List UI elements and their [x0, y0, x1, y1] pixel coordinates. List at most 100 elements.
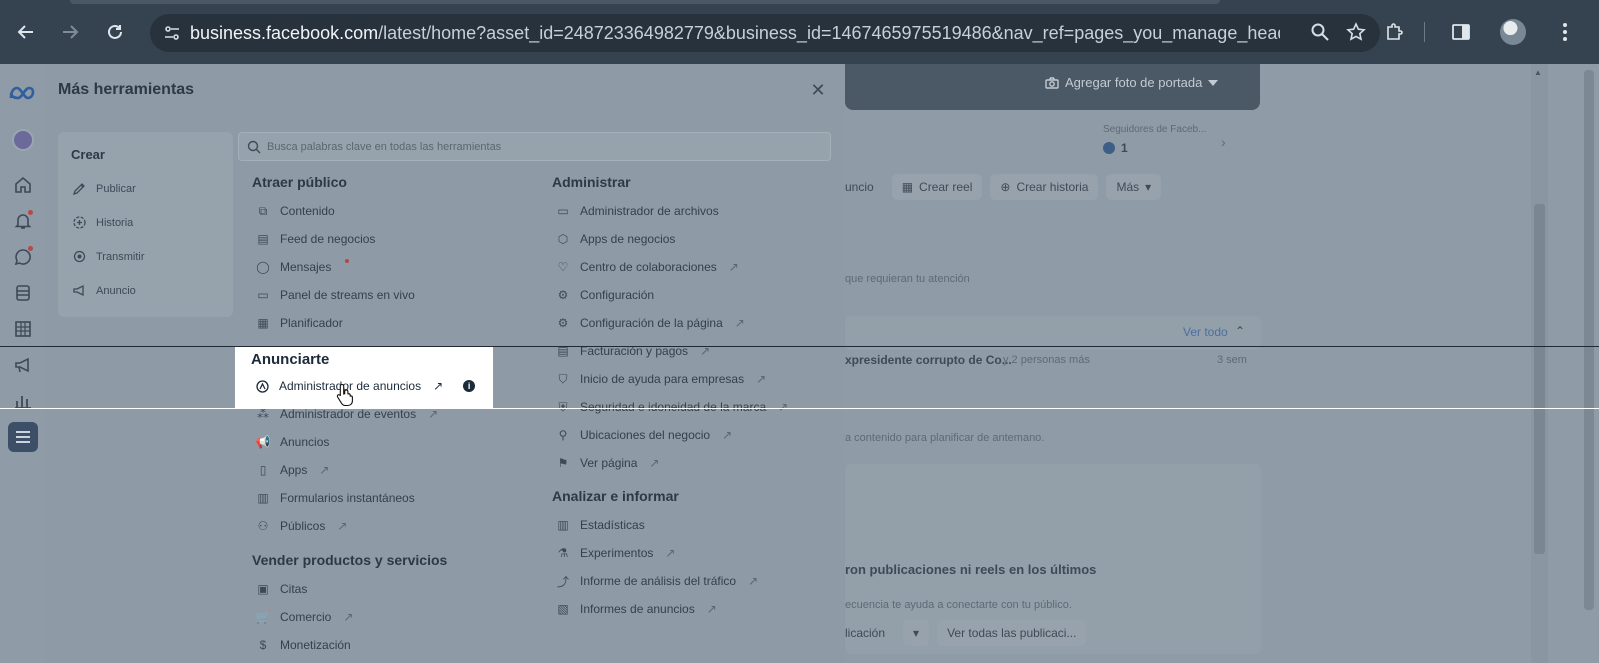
notifications-card-header: Ver todo ⌃	[845, 316, 1261, 350]
tool-instant-forms[interactable]: ▥ Formularios instantáneos	[256, 488, 414, 508]
home-icon[interactable]	[8, 170, 38, 200]
tool-page-settings[interactable]: ⚙ Configuración de la página ↗	[556, 313, 745, 333]
modal-title: Más herramientas	[58, 81, 195, 98]
create-story-button[interactable]: ⊕ Crear historia	[990, 174, 1099, 200]
publish-button[interactable]: licación	[845, 620, 895, 646]
tool-business-locations[interactable]: ⚲ Ubicaciones del negocio ↗	[556, 425, 733, 445]
external-link-icon: ↗	[706, 602, 717, 616]
tool-ads-manager[interactable]: Administrador de anuncios ↗ i	[255, 376, 476, 396]
page-avatar[interactable]	[8, 125, 38, 155]
publish-dropdown-button[interactable]: ▾	[903, 620, 930, 646]
all-tools-menu-icon[interactable]	[8, 422, 38, 452]
tool-view-page[interactable]: ⚑ Ver página ↗	[556, 453, 660, 473]
chevron-up-icon[interactable]: ⌃	[1235, 324, 1245, 338]
tool-label: Panel de streams en vivo	[280, 288, 415, 302]
tool-label: Estadísticas	[580, 518, 645, 532]
analyze-section-title: Analizar e informar	[552, 488, 679, 504]
tool-label: Configuración de la página	[580, 316, 723, 330]
forward-icon[interactable]	[50, 12, 90, 52]
external-link-icon: ↗	[665, 546, 676, 560]
tool-audiences[interactable]: ⚇ Públicos ↗	[256, 516, 348, 536]
more-button[interactable]: Más ▾	[1106, 174, 1162, 200]
manage-section-title: Administrar	[552, 174, 631, 190]
tool-business-feed[interactable]: ▤ Feed de negocios	[256, 229, 375, 249]
meta-logo-icon[interactable]	[8, 78, 38, 108]
close-icon[interactable]: ✕	[808, 80, 828, 100]
tool-label: Configuración	[580, 288, 655, 302]
tool-live-dashboard[interactable]: ▭ Panel de streams en vivo	[256, 285, 415, 305]
tool-apps[interactable]: ▯ Apps ↗	[256, 460, 330, 480]
followers-block[interactable]: Seguidores de Faceb... 1	[1103, 124, 1206, 155]
create-publish-item[interactable]: Publicar	[73, 182, 136, 195]
create-live-item[interactable]: Transmitir	[73, 250, 144, 263]
tool-ads-reporting[interactable]: ▧ Informes de anuncios ↗	[556, 599, 717, 619]
url-host: business.facebook.com	[190, 22, 379, 43]
back-icon[interactable]	[6, 12, 46, 52]
tool-collab-center[interactable]: ♡ Centro de colaboraciones ↗	[556, 257, 739, 277]
tool-planner[interactable]: ▦ Planificador	[256, 313, 342, 333]
tool-brand-safety[interactable]: ⛨ Seguridad e idoneidad de la marca ↗	[556, 397, 788, 417]
folder-icon: ▭	[557, 204, 569, 218]
live-dashboard-icon: ▭	[257, 288, 269, 302]
see-all-link[interactable]: Ver todo	[1183, 325, 1228, 339]
modal-header: Más herramientas ✕	[46, 64, 845, 120]
tool-business-help[interactable]: ⛉ Inicio de ayuda para empresas ↗	[556, 369, 766, 389]
site-info-icon[interactable]	[154, 14, 190, 52]
add-cover-photo-button[interactable]: Agregar foto de portada	[845, 64, 1260, 110]
see-all-posts-button[interactable]: Ver todas las publicaci...	[937, 620, 1087, 646]
external-link-icon: ↗	[343, 610, 354, 624]
megaphone-icon: 📢	[255, 435, 271, 449]
side-panel-icon[interactable]	[1441, 12, 1481, 52]
no-posts-title: ron publicaciones ni reels en los último…	[845, 562, 1097, 577]
external-link-icon: ↗	[748, 574, 759, 588]
tool-traffic-report[interactable]: ⤴ Informe de análisis del tráfico ↗	[556, 571, 758, 591]
page-scrollbar[interactable]: ▲	[1531, 64, 1548, 663]
create-ad-label: Anuncio	[96, 284, 136, 297]
caret-down-icon: ▾	[1145, 180, 1152, 194]
form-icon: ▥	[257, 491, 269, 505]
tool-label: Apps	[280, 463, 308, 477]
cover-button-label: Agregar foto de portada	[1065, 75, 1203, 90]
chevron-right-icon[interactable]: ›	[1221, 134, 1226, 150]
tools-search[interactable]	[238, 132, 831, 161]
notification-title[interactable]: xpresidente corrupto de Co...	[845, 353, 1012, 367]
profile-avatar[interactable]	[1493, 12, 1533, 52]
search-icon	[247, 140, 261, 153]
tool-file-manager[interactable]: ▭ Administrador de archivos	[556, 201, 718, 221]
info-icon[interactable]: i	[463, 380, 476, 392]
tool-content[interactable]: ⧉ Contenido	[256, 201, 335, 221]
content-icon[interactable]	[8, 278, 38, 308]
url-text[interactable]: business.facebook.com/latest/home?asset_…	[190, 23, 1280, 44]
create-story-item[interactable]: Historia	[73, 216, 133, 229]
tool-label: Feed de negocios	[280, 232, 376, 246]
shield-check-icon: ⛨	[558, 399, 568, 414]
tool-commerce[interactable]: 🛒 Comercio ↗	[256, 607, 354, 627]
create-ad-item[interactable]: Anuncio	[73, 284, 136, 297]
ads-megaphone-icon[interactable]	[8, 350, 38, 380]
menu-kebab-icon[interactable]	[1545, 12, 1585, 52]
tool-label: Seguridad e idoneidad de la marca	[580, 400, 767, 414]
insights-icon[interactable]	[8, 386, 38, 416]
tool-monetization[interactable]: $ Monetización	[256, 635, 351, 655]
create-reel-button[interactable]: ▦ Crear reel	[891, 174, 983, 200]
tool-insights[interactable]: ▥ Estadísticas	[556, 515, 645, 535]
notifications-icon[interactable]	[8, 206, 38, 236]
tool-business-apps[interactable]: ⬡ Apps de negocios	[556, 229, 676, 249]
reload-icon[interactable]	[95, 12, 135, 52]
tools-search-input[interactable]	[267, 140, 807, 153]
plan-text: a contenido para planificar de antemano.	[845, 432, 1045, 444]
inbox-icon[interactable]	[8, 242, 38, 272]
extensions-icon[interactable]	[1374, 12, 1414, 52]
tool-label: Ver página	[580, 456, 638, 470]
zoom-icon[interactable]	[1310, 22, 1330, 47]
tool-billing[interactable]: ▤ Facturación y pagos ↗	[556, 341, 710, 361]
create-ad-button[interactable]: uncio	[845, 174, 884, 200]
tool-settings[interactable]: ⚙ Configuración	[556, 285, 654, 305]
tool-appointments[interactable]: ▣ Citas	[256, 579, 307, 599]
tool-ads[interactable]: 📢 Anuncios	[255, 432, 330, 452]
planner-icon[interactable]	[8, 314, 38, 344]
address-bar[interactable]: business.facebook.com/latest/home?asset_…	[150, 14, 1380, 52]
notification-time: 3 sem	[1217, 354, 1247, 366]
tool-experiments[interactable]: ⚗ Experimentos ↗	[556, 543, 676, 563]
tool-messages[interactable]: ◯ Mensajes	[256, 257, 350, 277]
